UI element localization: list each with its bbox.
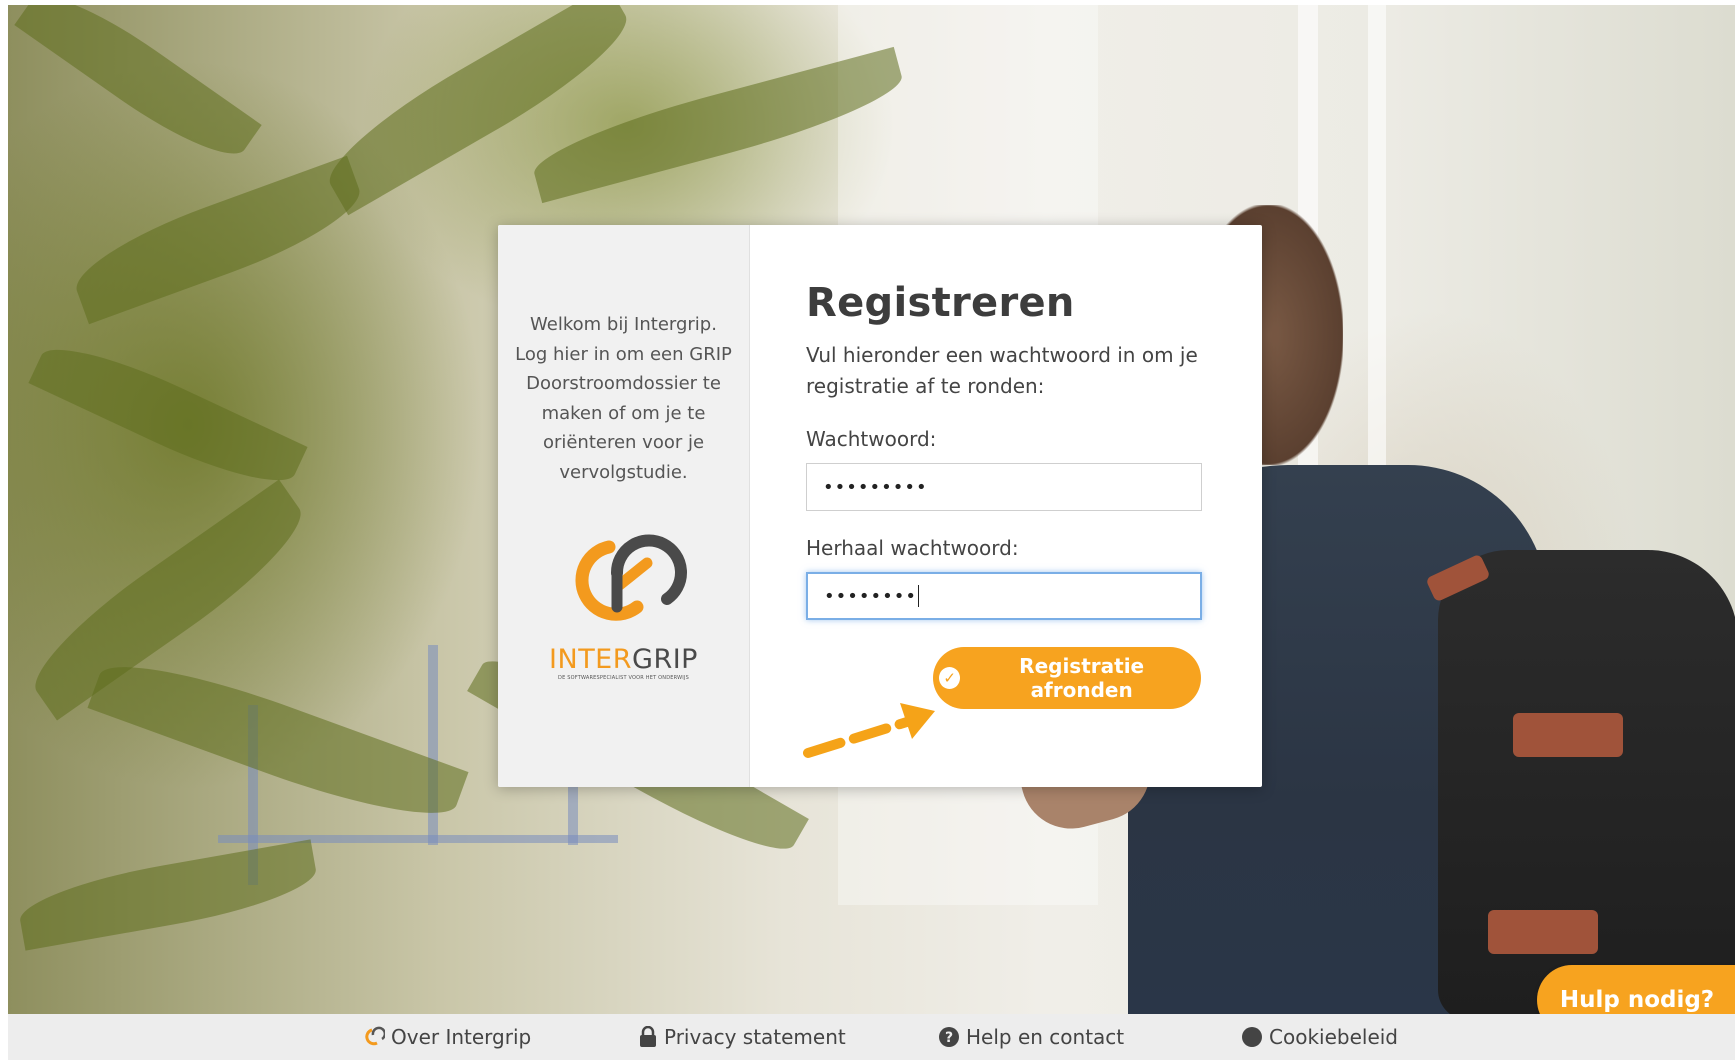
footer-bar: Over Intergrip Privacy statement ? Help … (8, 1014, 1735, 1060)
welcome-panel: Welkom bij Intergrip. Log hier in om een… (498, 225, 750, 787)
complete-registration-label: Registratie afronden (1019, 654, 1145, 702)
arrow-annotation-icon (803, 703, 935, 758)
repeat-password-value: •••••••• (824, 585, 917, 607)
check-circle-icon: ✓ (939, 667, 961, 689)
question-circle-icon: ? (938, 1026, 960, 1048)
logo-wordmark: INTERGRIP (549, 644, 698, 675)
complete-registration-button[interactable]: ✓ Registratie afronden (933, 647, 1201, 709)
welcome-text: Welkom bij Intergrip. Log hier in om een… (515, 314, 732, 483)
password-value: ••••••••• (823, 476, 928, 498)
svg-text:?: ? (945, 1030, 953, 1046)
lock-icon (638, 1026, 658, 1048)
footer-link-label: Over Intergrip (391, 1025, 532, 1049)
registration-form: Registreren Vul hieronder een wachtwoord… (750, 225, 1262, 787)
intergrip-logo-icon (574, 534, 687, 621)
footer-link-label: Cookiebeleid (1269, 1025, 1398, 1049)
page-title: Registreren (806, 280, 1075, 326)
intergrip-logo-icon (363, 1026, 385, 1048)
password-field[interactable]: ••••••••• (806, 463, 1202, 511)
repeat-password-field[interactable]: •••••••• (806, 572, 1202, 620)
password-label: Wachtwoord: (806, 427, 937, 451)
repeat-password-label: Herhaal wachtwoord: (806, 536, 1019, 560)
footer-link-cookies[interactable]: Cookiebeleid (1241, 1025, 1398, 1049)
footer-link-over-intergrip[interactable]: Over Intergrip (363, 1025, 531, 1049)
intro-text: Vul hieronder een wachtwoord in om je re… (806, 343, 1198, 398)
text-cursor (917, 585, 920, 607)
footer-link-help[interactable]: ? Help en contact (938, 1025, 1124, 1049)
registration-card: Welkom bij Intergrip. Log hier in om een… (498, 225, 1262, 787)
intergrip-logo: INTERGRIP DE SOFTWARESPECIALIST VOOR HET… (549, 517, 699, 681)
logo-tagline: DE SOFTWARESPECIALIST VOOR HET ONDERWIJS (558, 675, 689, 681)
footer-link-privacy[interactable]: Privacy statement (638, 1025, 846, 1049)
circle-icon (1241, 1026, 1263, 1048)
footer-link-label: Help en contact (966, 1025, 1125, 1049)
footer-link-label: Privacy statement (664, 1025, 846, 1049)
